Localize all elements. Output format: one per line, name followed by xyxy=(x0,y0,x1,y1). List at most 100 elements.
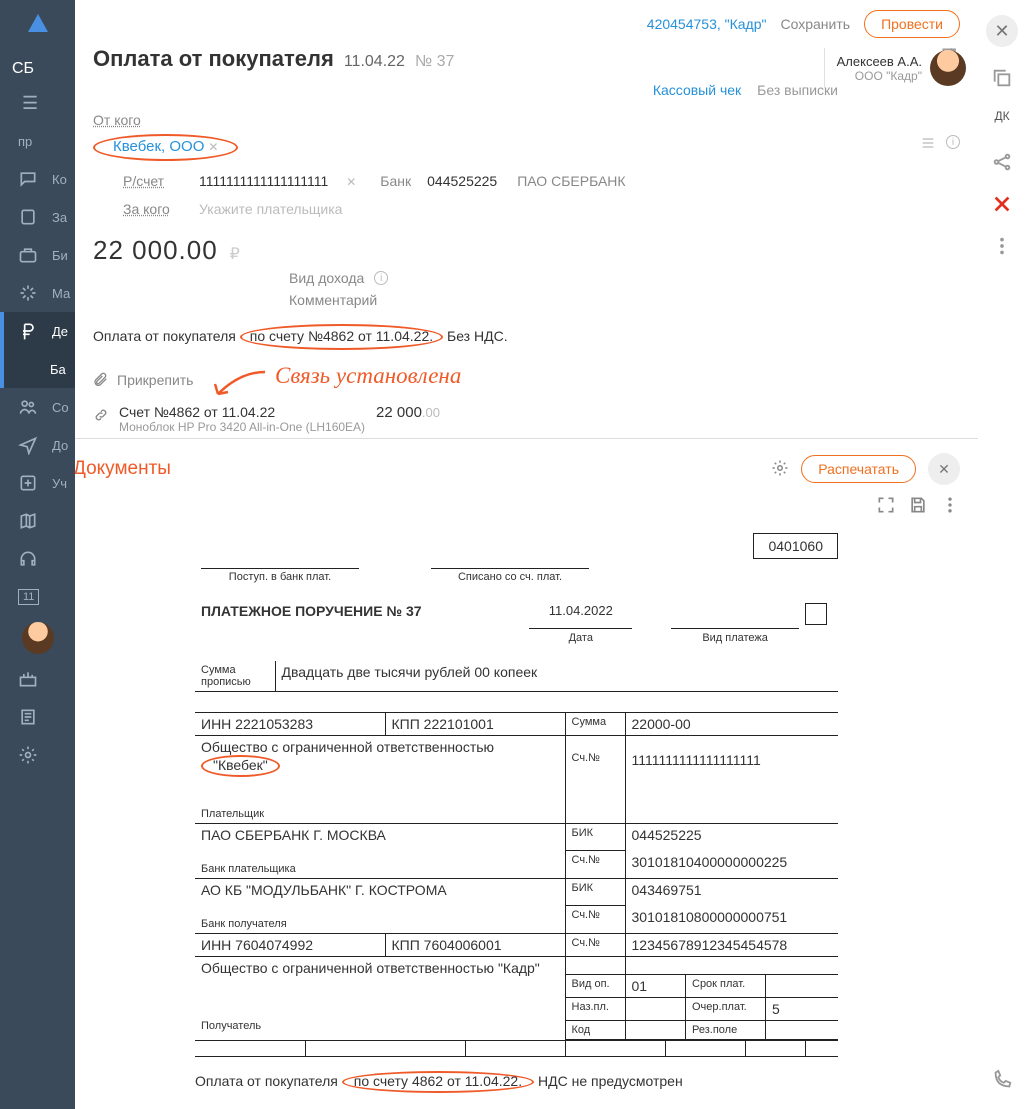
panel-header: 420454753, "Кадр" Сохранить Провести xyxy=(75,0,978,44)
recv-bank: АО КБ "МОДУЛЬБАНК" Г. КОСТРОМАБанк получ… xyxy=(195,878,565,933)
from-label[interactable]: От кого xyxy=(93,112,157,128)
delete-icon[interactable] xyxy=(991,193,1013,215)
more-vert-icon[interactable] xyxy=(940,495,960,515)
form-body: От кого Квебек, ООО✕ i Р/счет 1111111111… xyxy=(75,106,978,454)
more-icon[interactable] xyxy=(991,235,1013,257)
res-label: Рез.поле xyxy=(686,1021,766,1039)
save-icon[interactable] xyxy=(908,495,928,515)
linked-title: Счет №4862 от 11.04.22 xyxy=(119,404,365,420)
comment-label[interactable]: Комментарий xyxy=(289,292,377,308)
sidebar-item-4[interactable]: Ма xyxy=(0,274,75,312)
panel-close-button[interactable]: ✕ xyxy=(986,15,1018,47)
sidebar-hamburger-icon[interactable]: ☰ xyxy=(0,93,75,114)
doc-id-link[interactable]: 420454753, "Кадр" xyxy=(647,16,767,32)
ocher-label: Очер.плат. xyxy=(686,998,766,1020)
share-icon[interactable] xyxy=(991,151,1013,173)
chat-icon xyxy=(18,169,38,189)
dk-button[interactable]: ДК xyxy=(994,109,1009,131)
info-icon[interactable]: i xyxy=(946,135,960,149)
plus-box-icon xyxy=(18,473,38,493)
sch-label: Сч.№ xyxy=(565,735,625,823)
sidebar-item-7[interactable]: Со xyxy=(0,388,75,426)
title-num: 37 xyxy=(437,53,455,70)
user-avatar[interactable] xyxy=(930,50,966,86)
amount-value[interactable]: 22 000.00 xyxy=(93,235,218,266)
clipboard-icon xyxy=(18,207,38,227)
description-highlight: по счету №4862 от 11.04.22. xyxy=(240,324,443,350)
inn1: ИНН 2221053283 xyxy=(195,712,385,735)
account-clear-icon[interactable]: ✕ xyxy=(346,175,356,189)
sidebar-item-calendar[interactable]: 11 xyxy=(0,578,75,616)
chip-clear-icon[interactable]: ✕ xyxy=(208,140,218,154)
list-icon[interactable] xyxy=(920,135,936,154)
app-logo[interactable] xyxy=(23,10,53,40)
for-placeholder[interactable]: Укажите плательщика xyxy=(199,201,342,217)
sidebar-item-2[interactable]: За xyxy=(0,198,75,236)
account-value[interactable]: 1111111111111111111 xyxy=(199,173,328,189)
documents-panel: Документы Распечатать ✕ 0401060 Поступ. … xyxy=(55,438,978,1109)
save-button[interactable]: Сохранить xyxy=(780,16,850,32)
map-icon xyxy=(18,511,38,531)
sidebar-item-3[interactable]: Би xyxy=(0,236,75,274)
sidebar-item-headset[interactable] xyxy=(0,540,75,578)
payment-panel: 420454753, "Кадр" Сохранить Провести Опл… xyxy=(75,0,978,454)
info-icon[interactable]: i xyxy=(374,271,388,285)
copy-icon[interactable] xyxy=(991,67,1013,89)
docs-settings-icon[interactable] xyxy=(771,459,789,480)
payment-type-label: Вид платежа xyxy=(671,628,800,647)
sidebar-item-6[interactable]: Ба xyxy=(0,350,75,388)
currency-symbol: ₽ xyxy=(230,244,240,264)
phone-icon[interactable] xyxy=(991,1069,1013,1091)
documents-toolbar xyxy=(55,495,978,523)
purpose-text: Оплата от покупателя по счету 4862 от 11… xyxy=(195,1071,838,1093)
print-button[interactable]: Распечатать xyxy=(801,455,916,483)
fullscreen-icon[interactable] xyxy=(876,495,896,515)
paperclip-icon xyxy=(93,372,109,388)
linked-document[interactable]: Счет №4862 от 11.04.22 Моноблок HP Pro 3… xyxy=(93,400,960,442)
right-rail: ✕ ДК xyxy=(978,0,1026,1109)
sidebar-item-map[interactable] xyxy=(0,502,75,540)
title-main: Оплата от покупателя xyxy=(93,46,334,72)
kpp1: КПП 222101001 xyxy=(385,712,565,735)
bank-bic[interactable]: 044525225 xyxy=(427,173,497,189)
for-label[interactable]: За кого xyxy=(123,201,187,217)
docs-close-button[interactable]: ✕ xyxy=(928,453,960,485)
from-value-chip[interactable]: Квебек, ООО✕ xyxy=(93,134,238,161)
sidebar-avatar[interactable] xyxy=(22,622,54,654)
description-row: Оплата от покупателя по счету №4862 от 1… xyxy=(93,314,960,360)
summa-value: 22000-00 xyxy=(625,712,838,735)
sidebar-item-0[interactable]: пр xyxy=(0,122,75,160)
bic1: 044525225 xyxy=(625,823,838,851)
sidebar-item-8[interactable]: До xyxy=(0,426,75,464)
send-icon xyxy=(18,435,38,455)
bank-out-label: Списано со сч. плат. xyxy=(431,568,589,583)
account-label[interactable]: Р/счет xyxy=(123,173,187,189)
attach-button[interactable]: Прикрепить xyxy=(93,372,960,388)
payer-bank: ПАО СБЕРБАНК Г. МОСКВАБанк плательщика xyxy=(195,823,565,878)
notes-icon xyxy=(18,707,38,727)
title-num-prefix: № xyxy=(415,53,432,70)
sch-label: Сч.№ xyxy=(565,851,625,879)
sidebar-item-notes[interactable] xyxy=(0,698,75,736)
po-heading: ПЛАТЕЖНОЕ ПОРУЧЕНИЕ № 37 xyxy=(195,600,529,628)
brand-text: СБ xyxy=(0,60,75,78)
sidebar-item-5[interactable]: Де xyxy=(0,312,75,350)
people-icon xyxy=(18,397,38,417)
sidebar-item-widget[interactable] xyxy=(0,660,75,698)
vid-op: 01 xyxy=(626,975,686,997)
sidebar-item-9[interactable]: Уч xyxy=(0,464,75,502)
user-block: Алексеев А.А. ООО "Кадр" xyxy=(808,48,966,88)
sidebar-item-1[interactable]: Ко xyxy=(0,160,75,198)
corr2: 30101810800000000751 xyxy=(625,906,838,934)
sidebar-item-settings[interactable] xyxy=(0,736,75,774)
submit-button[interactable]: Провести xyxy=(864,10,960,38)
bank-name: ПАО СБЕРБАНК xyxy=(517,173,625,189)
widget-icon xyxy=(18,669,38,689)
gear-icon xyxy=(18,745,38,765)
income-type-label[interactable]: Вид дохода xyxy=(289,270,364,286)
cash-receipt-link[interactable]: Кассовый чек xyxy=(653,82,741,98)
vid-op-label: Вид оп. xyxy=(565,974,625,997)
recv-acct: 12345678912345454578 xyxy=(625,933,838,956)
linked-amount: 22 000.00 xyxy=(376,404,960,421)
linked-subtitle: Моноблок HP Pro 3420 All-in-One (LH160EA… xyxy=(119,420,365,434)
